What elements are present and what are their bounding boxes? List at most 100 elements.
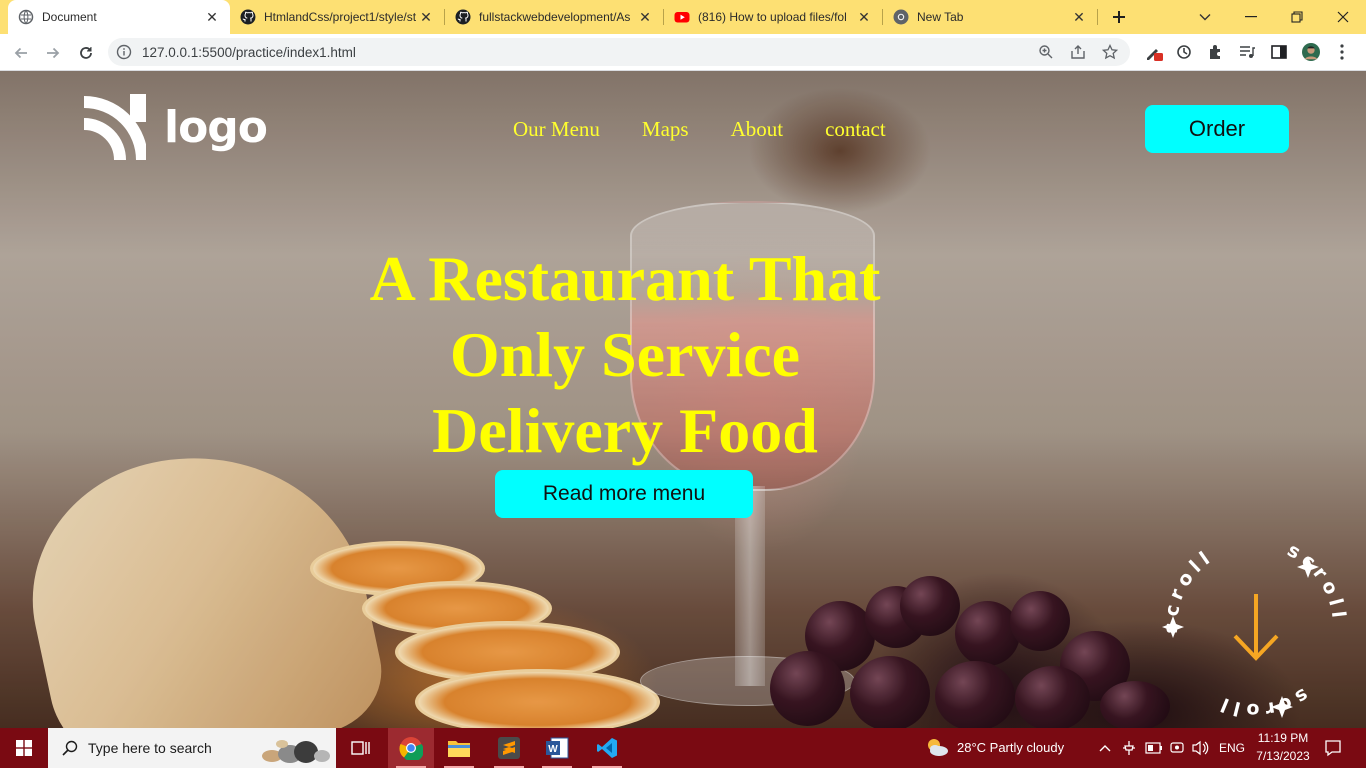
side-panel-icon[interactable] <box>1270 43 1288 61</box>
new-tab-button[interactable] <box>1106 5 1132 29</box>
forward-button[interactable] <box>40 40 66 66</box>
reload-button[interactable] <box>73 40 99 66</box>
tab-title: HtmlandCss/project1/style/st <box>264 10 417 24</box>
back-button[interactable] <box>8 40 34 66</box>
share-icon <box>1071 45 1085 59</box>
nav-about[interactable]: About <box>731 117 784 142</box>
windows-logo-icon <box>16 740 32 756</box>
search-placeholder: Type here to search <box>88 740 212 756</box>
taskbar-search[interactable]: Type here to search <box>48 728 336 768</box>
windows-taskbar: Type here to search W 28°C Partly cloudy… <box>0 728 1366 768</box>
clock-date[interactable]: 7/13/2023 <box>1254 749 1312 763</box>
plus-icon <box>1113 11 1125 23</box>
arrow-down-icon <box>1233 594 1279 661</box>
reload-icon <box>80 47 92 59</box>
start-button[interactable] <box>0 728 48 768</box>
close-icon <box>1337 11 1349 23</box>
weather-text[interactable]: 28°C Partly cloudy <box>957 740 1064 755</box>
arrow-right-icon <box>47 47 60 59</box>
order-button[interactable]: Order <box>1145 105 1289 153</box>
site-logo[interactable]: logo <box>80 94 268 160</box>
chrome-icon <box>893 9 909 25</box>
browser-tab-strip: Document ✕ HtmlandCss/project1/style/st … <box>0 0 1366 34</box>
logo-icon <box>83 94 146 160</box>
battery-icon[interactable] <box>1145 742 1163 754</box>
logo-text: logo <box>164 101 268 153</box>
folder-icon <box>448 741 470 757</box>
nav-maps[interactable]: Maps <box>642 117 689 142</box>
tab-search-button[interactable] <box>1182 0 1228 34</box>
chrome-icon <box>399 737 423 760</box>
tab-github-htmlandcss[interactable]: HtmlandCss/project1/style/st ✕ <box>230 0 444 34</box>
pen-extension-icon[interactable] <box>1145 43 1163 61</box>
tab-title: fullstackwebdevelopment/As <box>479 10 631 24</box>
hero-line: A Restaurant That <box>369 243 881 314</box>
browser-toolbar: 127.0.0.1:5500/practice/index1.html <box>0 34 1366 71</box>
hero-line: Only Service <box>449 319 801 390</box>
taskbar-file-explorer[interactable] <box>436 728 482 768</box>
scroll-badge[interactable]: scroll scroll scroll <box>1155 526 1355 726</box>
minimize-icon <box>1245 16 1257 18</box>
puzzle-icon[interactable] <box>1207 43 1225 61</box>
hero-line: Delivery Food <box>432 395 818 466</box>
url-text: 127.0.0.1:5500/practice/index1.html <box>142 45 356 60</box>
volume-icon[interactable] <box>1191 740 1209 756</box>
taskbar-word[interactable]: W <box>534 728 580 768</box>
sublime-text-icon <box>498 737 520 759</box>
chevron-up-icon[interactable] <box>1099 744 1111 752</box>
svg-text:scroll: scroll <box>1279 529 1355 635</box>
task-view-icon <box>351 741 370 755</box>
nav-our-menu[interactable]: Our Menu <box>513 117 600 142</box>
minimize-button[interactable] <box>1228 0 1274 34</box>
close-window-button[interactable] <box>1320 0 1366 34</box>
star-icon <box>1102 44 1118 60</box>
address-bar[interactable]: 127.0.0.1:5500/practice/index1.html <box>108 38 1130 66</box>
sync-extension-icon[interactable] <box>1175 43 1193 61</box>
github-icon <box>240 9 256 25</box>
media-icon[interactable] <box>1238 43 1256 61</box>
main-nav: Our Menu Maps About contact <box>513 117 928 142</box>
kebab-menu-icon[interactable] <box>1333 43 1351 61</box>
hero-heading: A Restaurant That Only Service Delivery … <box>340 241 910 469</box>
close-tab-icon[interactable]: ✕ <box>856 9 872 25</box>
notification-icon[interactable] <box>1324 739 1342 757</box>
close-tab-icon[interactable]: ✕ <box>418 9 434 25</box>
page-viewport: logo Our Menu Maps About contact Order A… <box>0 71 1366 728</box>
tab-title: New Tab <box>917 10 964 24</box>
zoom-icon <box>1039 45 1053 59</box>
taskbar-chrome[interactable] <box>388 728 434 768</box>
meet-now-icon[interactable] <box>1169 740 1185 756</box>
clock-time[interactable]: 11:19 PM <box>1254 731 1312 745</box>
tab-github-fullstack[interactable]: fullstackwebdevelopment/As ✕ <box>445 0 663 34</box>
restore-button[interactable] <box>1274 0 1320 34</box>
github-icon <box>455 9 471 25</box>
tab-title: (816) How to upload files/fol <box>698 10 847 24</box>
tab-new-tab[interactable]: New Tab ✕ <box>883 0 1097 34</box>
close-tab-icon[interactable]: ✕ <box>1071 9 1087 25</box>
taskbar-vscode[interactable] <box>584 728 630 768</box>
task-view-button[interactable] <box>338 728 384 768</box>
vscode-icon <box>597 738 617 758</box>
nav-contact[interactable]: contact <box>825 117 886 142</box>
close-tab-icon[interactable]: ✕ <box>637 9 653 25</box>
word-icon: W <box>546 737 569 759</box>
chevron-down-icon <box>1199 14 1211 21</box>
tab-title: Document <box>42 10 97 24</box>
scroll-badge-text: scroll <box>1279 529 1355 635</box>
weather-partly-cloudy-icon <box>928 739 948 756</box>
search-icon <box>62 740 78 756</box>
tab-document[interactable]: Document ✕ <box>8 0 230 34</box>
arrow-left-icon <box>14 47 27 59</box>
info-icon <box>116 44 132 60</box>
youtube-icon <box>674 9 690 25</box>
search-highlight-stones-icon <box>262 740 330 763</box>
close-tab-icon[interactable]: ✕ <box>204 9 220 25</box>
restore-icon <box>1291 11 1303 23</box>
tab-separator <box>1097 9 1098 25</box>
taskbar-sublime-text[interactable] <box>486 728 532 768</box>
tab-youtube[interactable]: (816) How to upload files/fol ✕ <box>664 0 882 34</box>
network-plug-icon[interactable] <box>1120 740 1138 756</box>
read-more-menu-button[interactable]: Read more menu <box>495 470 753 518</box>
language-indicator[interactable]: ENG <box>1219 741 1245 755</box>
avatar[interactable] <box>1302 43 1320 61</box>
